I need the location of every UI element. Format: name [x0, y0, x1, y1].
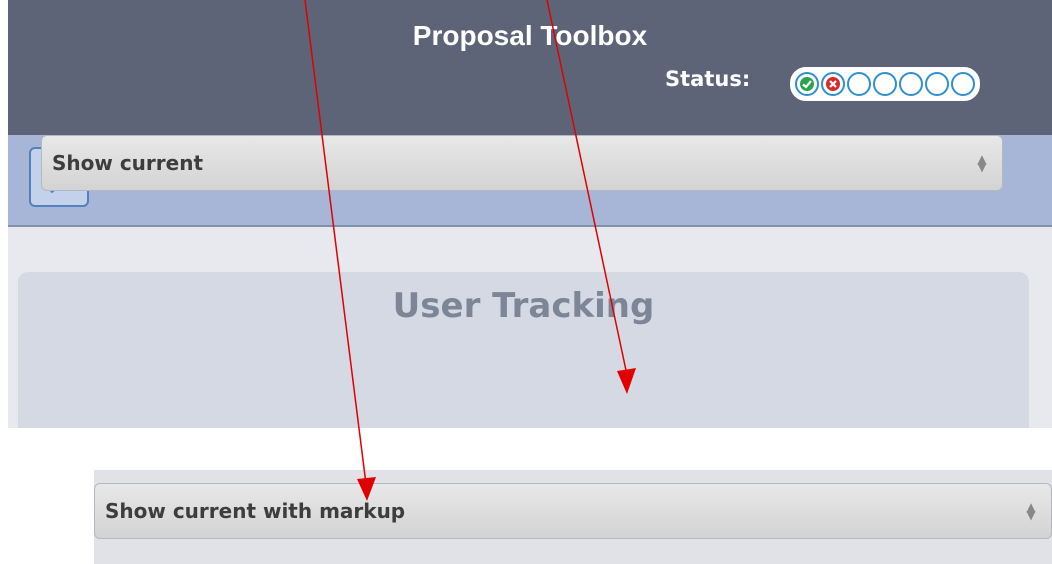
updown-caret-icon: ▲ ▼ — [1026, 500, 1036, 522]
status-label: Status: — [665, 67, 751, 91]
updown-caret-icon: ▲ ▼ — [977, 152, 987, 174]
select-value: Show current — [52, 151, 204, 175]
status-indicator — [790, 67, 980, 101]
screenshot-stage: Proposal Toolbox Status: User Tracking S… — [0, 0, 1052, 564]
tracking-mode-select[interactable]: Show current ▲ ▼ — [41, 135, 1003, 191]
status-step-pending-icon — [847, 72, 871, 96]
toolbox-title: Proposal Toolbox — [412, 20, 648, 51]
select-value: Show current with markup — [105, 499, 406, 523]
toolbox-content: User Tracking — [8, 227, 1052, 428]
status-step-pending-icon — [899, 72, 923, 96]
proposal-toolbox-panel: Proposal Toolbox Status: User Tracking S… — [8, 0, 1052, 428]
status-step-rejected-icon — [821, 72, 845, 96]
status-step-pending-icon — [925, 72, 949, 96]
user-tracking-card: User Tracking — [18, 272, 1029, 428]
status-step-pending-icon — [873, 72, 897, 96]
status-step-pending-icon — [951, 72, 975, 96]
markup-select-panel: Show current with markup ▲ ▼ — [94, 470, 1052, 564]
toolbox-header: Proposal Toolbox Status: — [8, 0, 1052, 135]
status-step-done-icon — [795, 72, 819, 96]
user-tracking-title: User Tracking — [392, 286, 655, 326]
tracking-mode-select-markup[interactable]: Show current with markup ▲ ▼ — [94, 483, 1052, 539]
